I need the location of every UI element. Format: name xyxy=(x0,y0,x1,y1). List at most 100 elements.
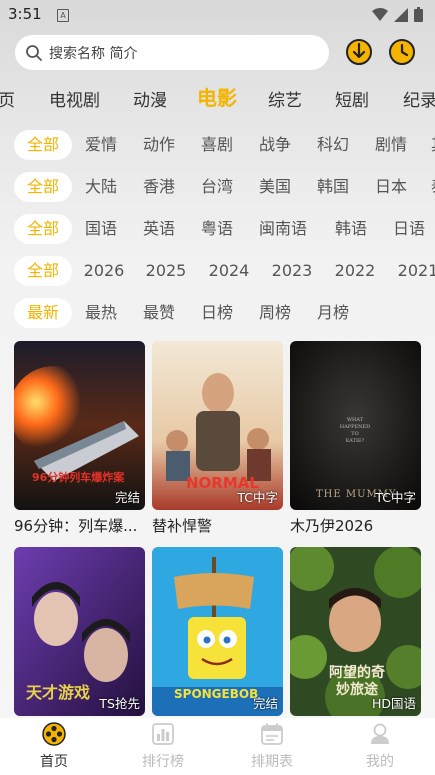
filter-chip[interactable]: 剧情 xyxy=(366,130,416,160)
status-time: 3:51 xyxy=(8,5,42,23)
tab-ranking[interactable]: 排行榜 xyxy=(123,722,203,771)
filter-chip[interactable]: 爱情 xyxy=(76,130,126,160)
filter-chip[interactable]: 韩国 xyxy=(308,172,358,202)
signal-icon xyxy=(394,7,408,22)
movie-card[interactable]: SPONGEBOB 完结 xyxy=(152,547,283,721)
movie-title: 96分钟：列车爆... xyxy=(14,517,138,535)
category-tab-variety[interactable]: 综艺 xyxy=(268,86,302,111)
status-badge: TS抢先 xyxy=(99,696,140,711)
filter-chip[interactable]: 香港 xyxy=(134,172,184,202)
filter-row-sort: 最新 最热 最赞 日榜 周榜 月榜 xyxy=(0,295,435,331)
filter-row-genre: 全部 爱情 动作 喜剧 战争 科幻 剧情 其 xyxy=(0,127,435,163)
category-tab-documentary[interactable]: 纪录 xyxy=(403,86,435,111)
tab-home[interactable]: 首页 xyxy=(14,722,94,771)
filter-chip[interactable]: 全部 xyxy=(14,130,72,160)
movie-poster: SPONGEBOB 完结 xyxy=(152,547,283,716)
search-icon xyxy=(26,44,42,61)
status-badge: TC中字 xyxy=(375,490,416,505)
tab-label: 排期表 xyxy=(251,754,293,770)
status-badge: HD国语 xyxy=(371,696,416,711)
filter-chip[interactable]: 台湾 xyxy=(192,172,242,202)
sort-chip[interactable]: 最热 xyxy=(76,298,126,328)
search-placeholder: 搜索名称 简介 xyxy=(49,45,138,62)
sort-chip[interactable]: 最赞 xyxy=(134,298,184,328)
category-tab-home[interactable]: 页 xyxy=(0,86,15,111)
filter-chip[interactable]: 科幻 xyxy=(308,130,358,160)
search-bar[interactable]: 搜索名称 简介 xyxy=(15,35,329,70)
filter-chip[interactable]: 泰 xyxy=(424,172,435,202)
filter-chip[interactable]: 战争 xyxy=(250,130,300,160)
movie-poster: 天才游戏 TS抢先 xyxy=(14,547,145,716)
filter-row-region: 全部 大陆 香港 台湾 美国 韩国 日本 泰 xyxy=(0,169,435,205)
status-badge: 完结 xyxy=(252,696,278,711)
wifi-icon xyxy=(372,7,388,21)
sort-chip[interactable]: 最新 xyxy=(14,298,72,328)
category-bar: 页 电视剧 动漫 电影 综艺 短剧 纪录 xyxy=(0,80,435,116)
home-film-icon xyxy=(42,722,66,746)
category-tab-anime[interactable]: 动漫 xyxy=(133,86,167,111)
filter-chip[interactable]: 2024 xyxy=(203,256,255,286)
sim-indicator: A xyxy=(57,9,69,22)
filter-chip[interactable]: 粤语 xyxy=(192,214,242,244)
download-icon[interactable] xyxy=(344,37,374,67)
filter-chip[interactable]: 2021 xyxy=(392,256,435,286)
svg-text:KATIE?: KATIE? xyxy=(346,438,365,444)
filter-chip[interactable]: 大陆 xyxy=(76,172,126,202)
bottom-tab-bar: 首页 排行榜 排期表 我的 xyxy=(0,718,435,775)
filter-row-year: 全部 2026 2025 2024 2023 2022 2021 xyxy=(0,253,435,289)
filter-chip[interactable]: 韩语 xyxy=(326,214,376,244)
category-tab-short[interactable]: 短剧 xyxy=(335,86,369,111)
svg-text:WHAT: WHAT xyxy=(347,417,364,423)
filter-chip[interactable]: 日语 xyxy=(384,214,434,244)
filter-row-language: 全部 国语 英语 粤语 闽南语 韩语 日语 xyxy=(0,211,435,247)
ranking-icon xyxy=(152,723,174,745)
movie-poster: 96分钟列车爆炸案 完结 xyxy=(14,341,145,510)
filter-chip[interactable]: 美国 xyxy=(250,172,300,202)
filter-chip[interactable]: 喜剧 xyxy=(192,130,242,160)
tab-profile[interactable]: 我的 xyxy=(340,722,420,771)
poster-text: 96分钟列车爆炸案 xyxy=(32,471,125,484)
category-tab-movie[interactable]: 电影 xyxy=(197,82,237,111)
history-icon[interactable] xyxy=(387,37,417,67)
filter-chip[interactable]: 日本 xyxy=(366,172,416,202)
filter-chip[interactable]: 2023 xyxy=(266,256,318,286)
filter-chip[interactable]: 其 xyxy=(424,130,435,160)
svg-text:HAPPENED: HAPPENED xyxy=(340,424,370,430)
filter-chip[interactable]: 动作 xyxy=(134,130,184,160)
movie-title: 木乃伊2026 xyxy=(290,517,374,535)
tab-label: 排行榜 xyxy=(142,754,184,770)
filter-chip[interactable]: 全部 xyxy=(14,256,72,286)
category-tab-tv[interactable]: 电视剧 xyxy=(49,86,100,111)
filter-chip[interactable]: 2025 xyxy=(140,256,192,286)
movie-title: 替补悍警 xyxy=(152,517,213,535)
poster-text: 天才游戏 xyxy=(26,683,91,702)
filter-chip[interactable]: 全部 xyxy=(14,214,72,244)
status-badge: TC中字 xyxy=(237,490,278,505)
sort-chip[interactable]: 日榜 xyxy=(192,298,242,328)
movie-poster: WHAT HAPPENED TO KATIE? THE MUMMY TC中字 xyxy=(290,341,421,510)
filter-chip[interactable]: 2026 xyxy=(78,256,130,286)
svg-text:TO: TO xyxy=(351,431,358,437)
tab-label: 我的 xyxy=(366,754,394,770)
sort-chip[interactable]: 月榜 xyxy=(308,298,358,328)
battery-icon xyxy=(414,7,423,22)
filter-chip[interactable]: 英语 xyxy=(134,214,184,244)
movie-card[interactable]: 阿望的奇妙旅途 HD国语 xyxy=(290,547,421,721)
filter-chip[interactable]: 2022 xyxy=(329,256,381,286)
status-icons xyxy=(372,7,423,22)
poster-text: SPONGEBOB xyxy=(174,687,259,701)
filter-chip[interactable]: 国语 xyxy=(76,214,126,244)
calendar-icon xyxy=(261,723,283,745)
filter-chip[interactable]: 全部 xyxy=(14,172,72,202)
profile-icon xyxy=(371,723,389,744)
movie-card[interactable]: NORMAL TC中字 替补悍警 xyxy=(152,341,283,536)
movie-card[interactable]: WHAT HAPPENED TO KATIE? THE MUMMY TC中字 木… xyxy=(290,341,421,536)
filter-chip[interactable]: 闽南语 xyxy=(250,214,316,244)
movie-card[interactable]: 96分钟列车爆炸案 完结 96分钟：列车爆... xyxy=(14,341,145,536)
status-badge: 完结 xyxy=(114,490,140,505)
movie-card[interactable]: 天才游戏 TS抢先 xyxy=(14,547,145,721)
tab-schedule[interactable]: 排期表 xyxy=(232,722,312,771)
movie-poster: 阿望的奇妙旅途 HD国语 xyxy=(290,547,421,716)
sort-chip[interactable]: 周榜 xyxy=(250,298,300,328)
movie-poster: NORMAL TC中字 xyxy=(152,341,283,510)
